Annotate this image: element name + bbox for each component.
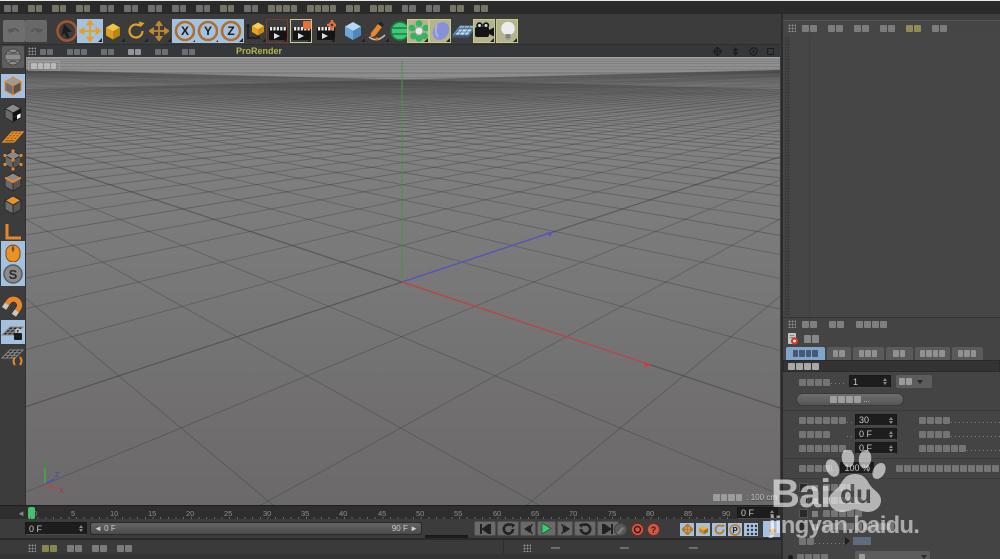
svg-text:Y: Y — [44, 461, 49, 468]
svg-text:P: P — [732, 526, 738, 535]
svg-text:Z: Z — [227, 24, 234, 38]
svg-text:du: du — [840, 479, 872, 509]
svg-text:Z: Z — [55, 472, 60, 479]
svg-text:S: S — [9, 267, 18, 282]
svg-text:X: X — [181, 24, 189, 38]
svg-text:Y: Y — [204, 24, 212, 38]
svg-text:X: X — [59, 488, 64, 495]
